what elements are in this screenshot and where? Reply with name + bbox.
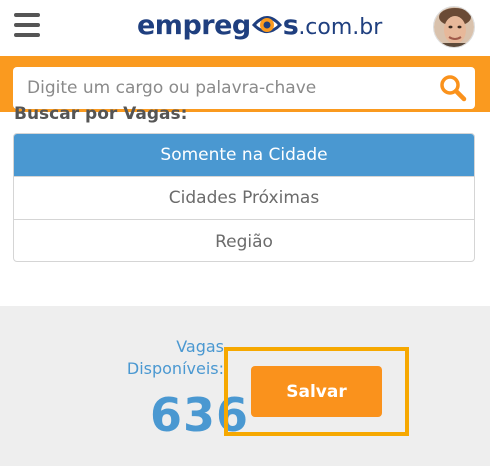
eye-logo-icon xyxy=(251,12,282,36)
save-button[interactable]: Salvar xyxy=(251,366,382,417)
page: empreg s .com.br Digite um cargo ou pala… xyxy=(0,0,490,466)
results-footer: Vagas Disponíveis: 636 Salvar xyxy=(0,306,490,466)
location-filter-list: Somente na Cidade Cidades Próximas Regiã… xyxy=(13,133,475,262)
search-input[interactable] xyxy=(13,67,433,109)
option-regiao[interactable]: Região xyxy=(14,220,474,261)
logo-text-main: empreg xyxy=(137,10,251,41)
search-icon[interactable] xyxy=(437,73,469,103)
vacancies-label: Vagas Disponíveis: xyxy=(112,336,224,380)
vacancies-label-line1: Vagas xyxy=(176,337,224,356)
logo-domain: .com.br xyxy=(298,15,383,40)
app-header: empreg s .com.br xyxy=(0,0,490,56)
vacancies-label-line2: Disponíveis: xyxy=(126,359,224,378)
option-cidades-proximas[interactable]: Cidades Próximas xyxy=(14,177,474,220)
hamburger-menu-icon[interactable] xyxy=(14,13,40,39)
user-avatar[interactable] xyxy=(433,6,475,48)
option-somente-na-cidade[interactable]: Somente na Cidade xyxy=(14,134,474,177)
logo-text-tail: s xyxy=(282,10,299,41)
brand-logo[interactable]: empreg s .com.br xyxy=(137,10,382,44)
search-box xyxy=(13,67,475,109)
section-label: Buscar por Vagas: xyxy=(14,104,188,124)
vacancies-count: 636 xyxy=(150,388,250,442)
